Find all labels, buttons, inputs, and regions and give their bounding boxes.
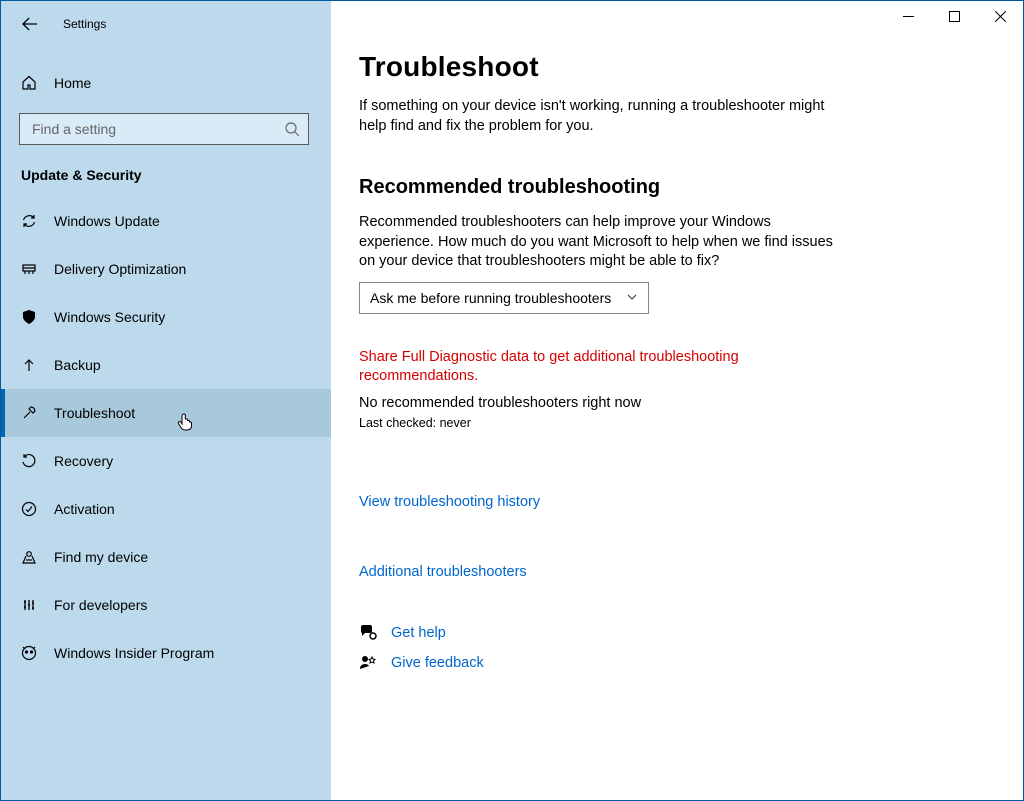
search-input[interactable] xyxy=(30,120,284,138)
sidebar-item-activation[interactable]: Activation xyxy=(1,485,331,533)
sidebar-item-troubleshoot[interactable]: Troubleshoot xyxy=(1,389,331,437)
recovery-icon xyxy=(21,453,37,469)
sidebar-nav: Windows Update Delivery Optimization Win… xyxy=(1,197,331,677)
give-feedback-label: Give feedback xyxy=(391,655,484,671)
back-button[interactable] xyxy=(21,15,39,33)
sidebar: Settings Home Update & Security Windo xyxy=(1,1,331,800)
shield-icon xyxy=(21,309,37,325)
get-help-label: Get help xyxy=(391,625,446,641)
page-title: Troubleshoot xyxy=(359,51,1023,83)
sidebar-item-delivery-optimization[interactable]: Delivery Optimization xyxy=(1,245,331,293)
insider-icon xyxy=(21,645,37,661)
sidebar-item-label: Windows Update xyxy=(54,213,160,229)
main-content: Troubleshoot If something on your device… xyxy=(331,1,1023,800)
delivery-icon xyxy=(21,261,37,277)
titlebar: Settings xyxy=(1,7,331,41)
sidebar-item-windows-update[interactable]: Windows Update xyxy=(1,197,331,245)
sidebar-item-label: Find my device xyxy=(54,549,148,565)
history-link[interactable]: View troubleshooting history xyxy=(359,494,540,510)
chevron-down-icon xyxy=(626,290,638,306)
sidebar-item-find-my-device[interactable]: Find my device xyxy=(1,533,331,581)
app-title: Settings xyxy=(63,17,106,31)
settings-window: Settings Home Update & Security Windo xyxy=(0,0,1024,801)
sidebar-item-label: Backup xyxy=(54,357,101,373)
home-icon xyxy=(21,75,37,91)
sidebar-item-label: Windows Insider Program xyxy=(54,645,214,661)
additional-troubleshooters-link[interactable]: Additional troubleshooters xyxy=(359,564,527,580)
search-box[interactable] xyxy=(19,113,309,145)
window-controls xyxy=(885,1,1023,31)
sidebar-item-label: Recovery xyxy=(54,453,113,469)
no-recommended-text: No recommended troubleshooters right now xyxy=(359,395,1023,411)
sidebar-item-recovery[interactable]: Recovery xyxy=(1,437,331,485)
check-circle-icon xyxy=(21,501,37,517)
last-checked-text: Last checked: never xyxy=(359,416,1023,430)
recommended-dropdown[interactable]: Ask me before running troubleshooters xyxy=(359,282,649,314)
sidebar-item-label: Troubleshoot xyxy=(54,405,135,421)
sidebar-item-for-developers[interactable]: For developers xyxy=(1,581,331,629)
recommended-text: Recommended troubleshooters can help imp… xyxy=(359,213,839,272)
diagnostic-warning: Share Full Diagnostic data to get additi… xyxy=(359,348,789,387)
intro-text: If something on your device isn't workin… xyxy=(359,97,839,136)
sidebar-item-windows-security[interactable]: Windows Security xyxy=(1,293,331,341)
sidebar-item-label: Activation xyxy=(54,501,115,517)
sidebar-home[interactable]: Home xyxy=(1,65,331,101)
close-button[interactable] xyxy=(977,1,1023,31)
sidebar-item-label: For developers xyxy=(54,597,147,613)
recommended-heading: Recommended troubleshooting xyxy=(359,176,1023,199)
get-help-button[interactable]: Get help xyxy=(359,624,1023,642)
minimize-button[interactable] xyxy=(885,1,931,31)
backup-icon xyxy=(21,357,37,373)
search-icon xyxy=(284,121,300,137)
dropdown-value: Ask me before running troubleshooters xyxy=(370,290,611,306)
wrench-icon xyxy=(21,405,37,421)
sidebar-item-windows-insider[interactable]: Windows Insider Program xyxy=(1,629,331,677)
sidebar-item-backup[interactable]: Backup xyxy=(1,341,331,389)
sidebar-item-label: Windows Security xyxy=(54,309,165,325)
home-label: Home xyxy=(54,75,91,91)
maximize-button[interactable] xyxy=(931,1,977,31)
sidebar-section-title: Update & Security xyxy=(21,167,331,183)
give-feedback-button[interactable]: Give feedback xyxy=(359,654,1023,672)
feedback-icon xyxy=(359,654,377,672)
developers-icon xyxy=(21,597,37,613)
get-help-icon xyxy=(359,624,377,642)
sidebar-item-label: Delivery Optimization xyxy=(54,261,186,277)
find-device-icon xyxy=(21,549,37,565)
sync-icon xyxy=(21,213,37,229)
